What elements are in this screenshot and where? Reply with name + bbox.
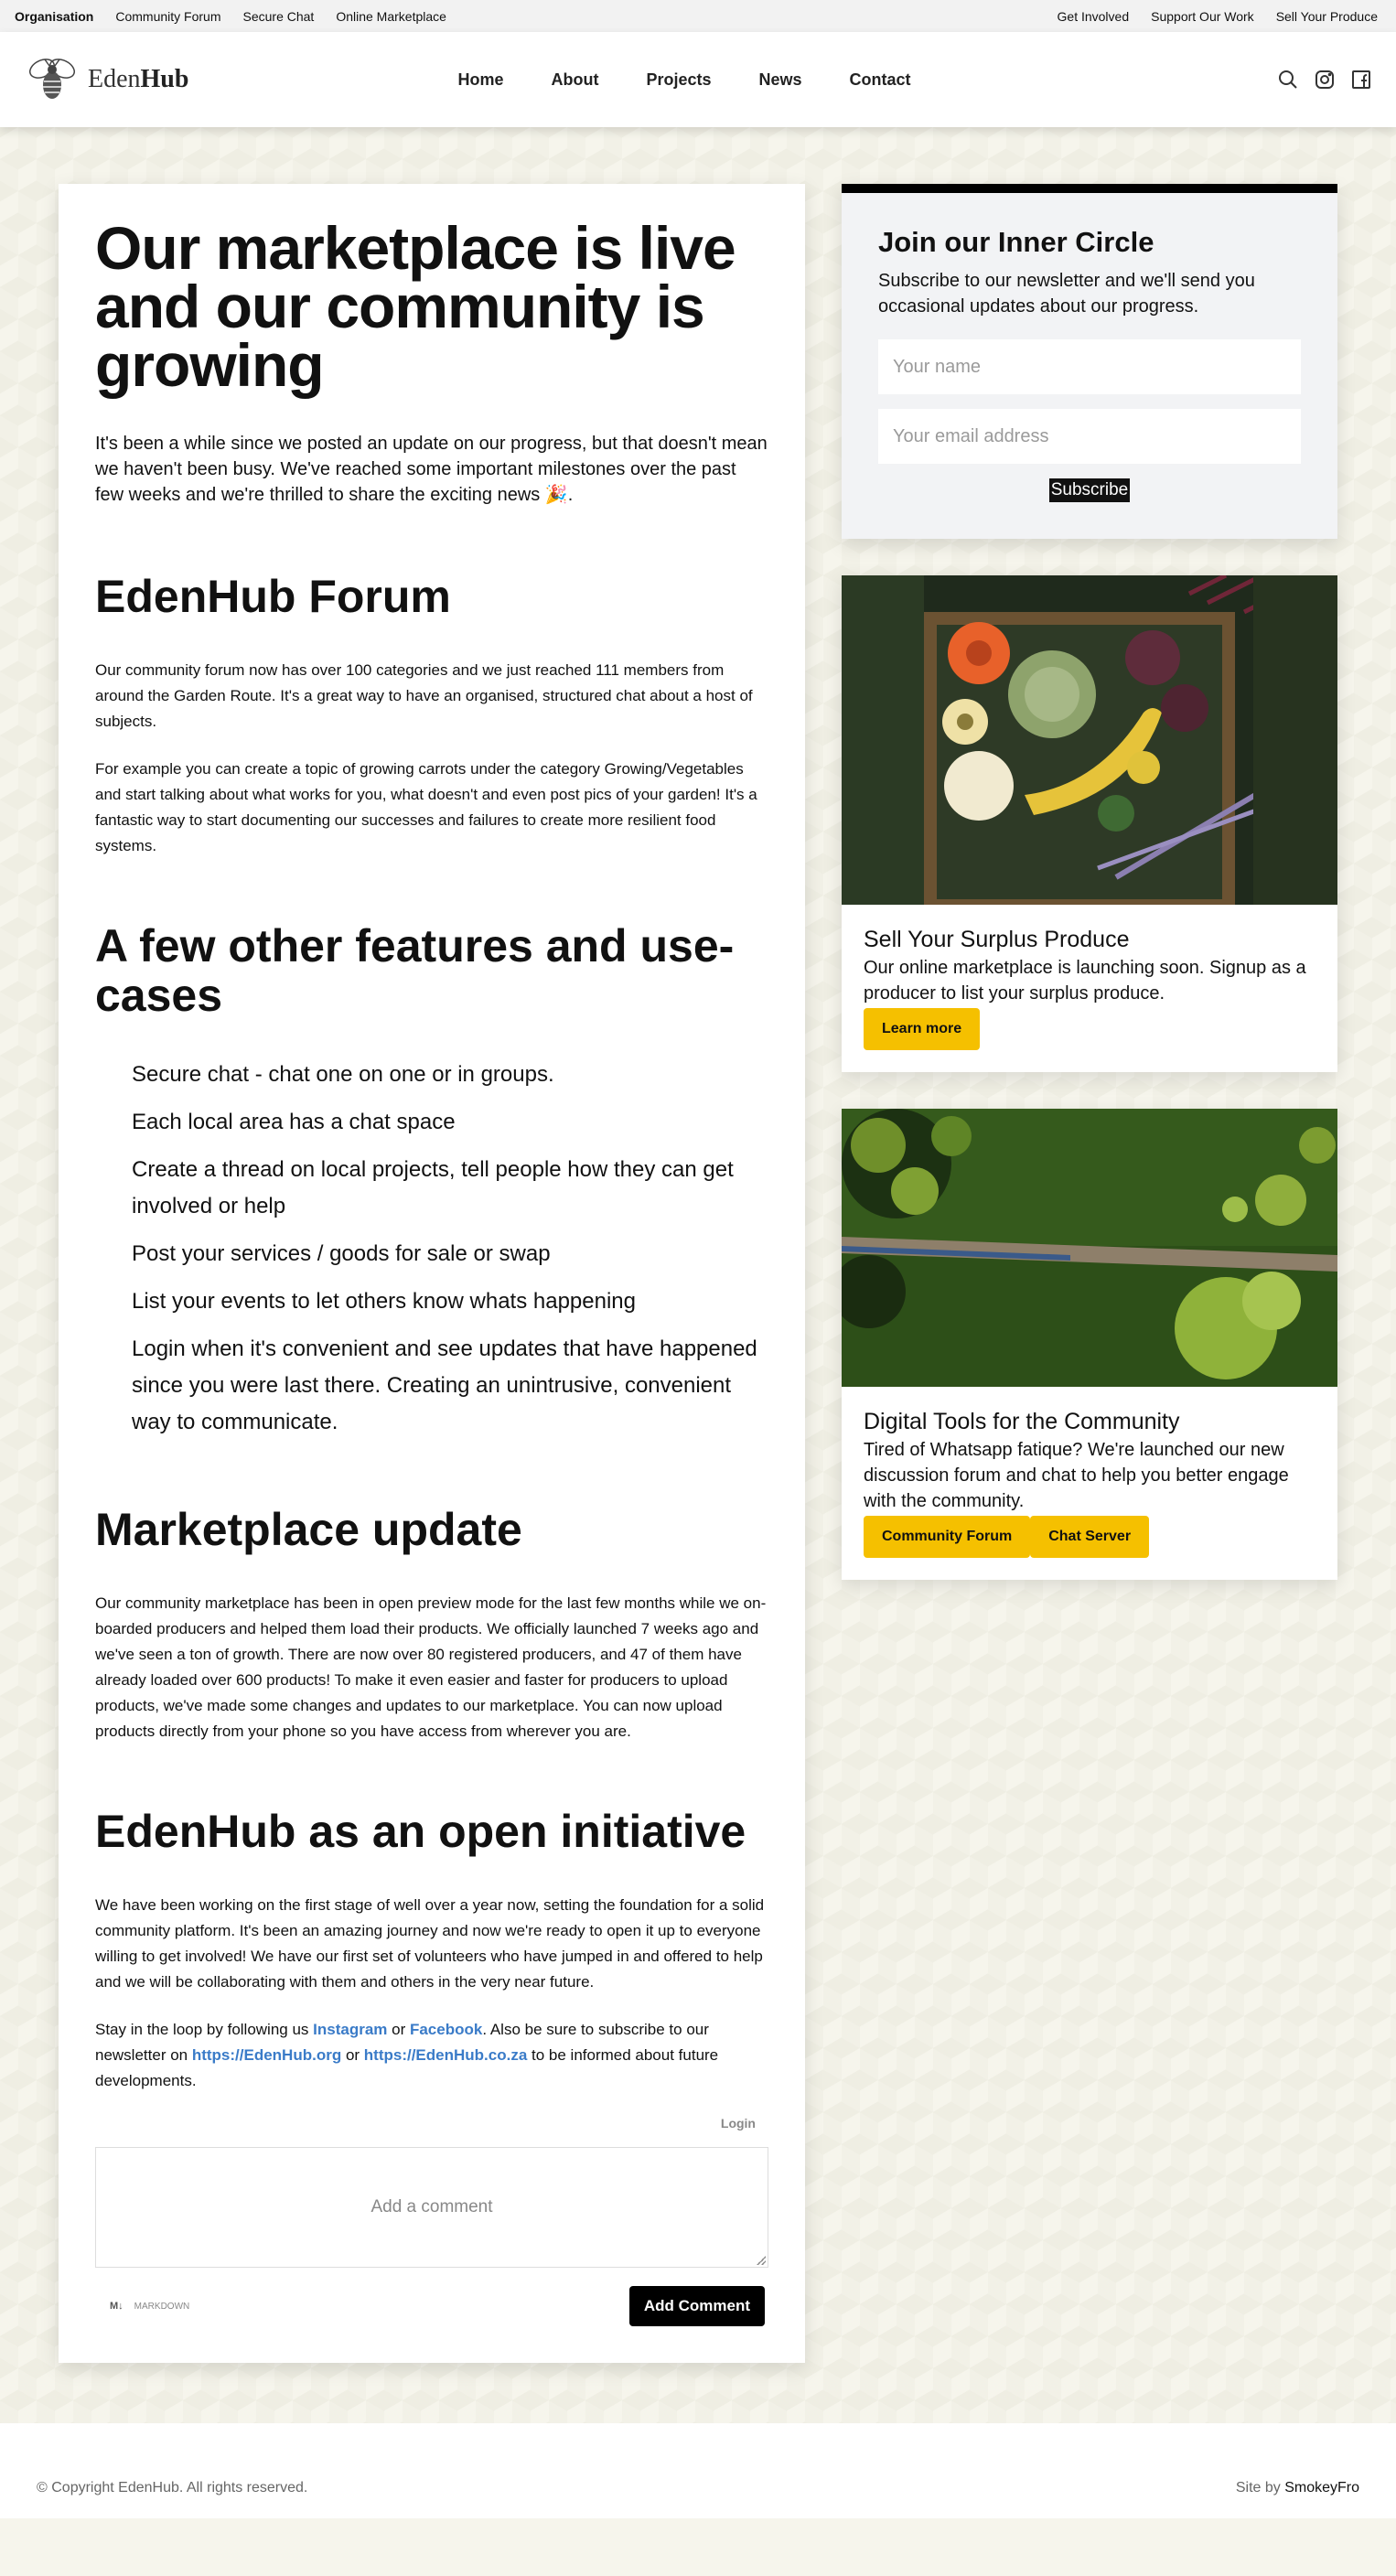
tools-card-buttons: Community Forum Chat Server	[864, 1514, 1315, 1558]
nav-about[interactable]: About	[551, 70, 598, 90]
header-icons	[1098, 69, 1372, 91]
list-item: Post your services / goods for sale or s…	[132, 1241, 551, 1266]
email-field[interactable]	[878, 409, 1301, 464]
chat-server-button[interactable]: Chat Server	[1030, 1516, 1150, 1558]
markdown-icon: M↓	[110, 2301, 123, 2312]
article: Our marketplace is live and our communit…	[59, 184, 805, 2363]
tools-card-text: Tired of Whatsapp fatique? We're launche…	[864, 1440, 1289, 1511]
logo[interactable]: EdenHub	[24, 56, 298, 103]
vegetables-image	[842, 575, 1337, 905]
subscribe-button[interactable]: Subscribe	[1048, 478, 1131, 502]
markdown-indicator: M↓ MARKDOWN	[95, 2301, 189, 2312]
copyright-text: © Copyright EdenHub. All rights reserved…	[37, 2480, 308, 2496]
learn-more-button[interactable]: Learn more	[864, 1008, 981, 1050]
site-credit: Site by SmokeyFro	[1235, 2480, 1359, 2496]
produce-card-title: Sell Your Surplus Produce	[864, 927, 1130, 952]
edenhub-coza-link[interactable]: https://EdenHub.co.za	[364, 2046, 528, 2064]
tools-card: Digital Tools for the Community Tired of…	[842, 1109, 1337, 1580]
nav-home[interactable]: Home	[457, 70, 503, 90]
main-nav: Home About Projects News Contact	[457, 70, 910, 90]
marketplace-paragraph: Our community marketplace has been in op…	[95, 1594, 767, 1740]
section-heading-marketplace: Marketplace update	[95, 1504, 522, 1555]
newsletter-title: Join our Inner Circle	[878, 226, 1154, 258]
nav-contact[interactable]: Contact	[850, 70, 911, 90]
utility-link-organisation[interactable]: Organisation	[15, 9, 104, 24]
utility-link-community-forum[interactable]: Community Forum	[104, 9, 231, 24]
forum-paragraph-2: For example you can create a topic of gr…	[95, 760, 757, 854]
list-item: Each local area has a chat space	[132, 1110, 456, 1134]
open-paragraph-1: We have been working on the first stage …	[95, 1896, 765, 1991]
newsletter-card: Join our Inner Circle Subscribe to our n…	[842, 184, 1337, 539]
utility-bar: Organisation Community Forum Secure Chat…	[0, 0, 1396, 32]
newsletter-text: Subscribe to our newsletter and we'll se…	[878, 271, 1255, 317]
main-content: Our marketplace is live and our communit…	[0, 127, 1396, 2423]
utility-link-get-involved[interactable]: Get Involved	[1047, 9, 1141, 24]
markdown-label: MARKDOWN	[134, 2301, 190, 2312]
utility-links-left: Organisation Community Forum Secure Chat…	[15, 9, 457, 24]
instagram-icon[interactable]	[1314, 69, 1336, 91]
search-icon[interactable]	[1277, 69, 1299, 91]
name-field[interactable]	[878, 339, 1301, 394]
section-heading-features: A few other features and use-cases	[95, 920, 735, 1021]
bee-logo-icon	[29, 59, 75, 99]
section-heading-forum: EdenHub Forum	[95, 571, 451, 622]
article-intro: It's been a while since we posted an upd…	[95, 434, 768, 505]
feature-list: Secure chat - chat one on one or in grou…	[95, 1057, 768, 1441]
edenhub-org-link[interactable]: https://EdenHub.org	[192, 2046, 341, 2064]
nav-projects[interactable]: Projects	[646, 70, 711, 90]
tools-card-title: Digital Tools for the Community	[864, 1409, 1180, 1434]
instagram-link[interactable]: Instagram	[313, 2021, 387, 2038]
list-item: Login when it's convenient and see updat…	[132, 1336, 757, 1434]
comment-login-link[interactable]: Login	[95, 2116, 768, 2131]
list-item: Secure chat - chat one on one or in grou…	[132, 1062, 554, 1087]
article-title: Our marketplace is live and our communit…	[95, 214, 736, 399]
forum-paragraph-1: Our community forum now has over 100 cat…	[95, 661, 753, 730]
facebook-link[interactable]: Facebook	[410, 2021, 482, 2038]
logo-wordmark: EdenHub	[88, 65, 189, 93]
nav-news[interactable]: News	[759, 70, 802, 90]
community-forum-button[interactable]: Community Forum	[864, 1516, 1031, 1558]
list-item: List your events to let others know what…	[132, 1289, 636, 1314]
site-footer: © Copyright EdenHub. All rights reserved…	[0, 2423, 1396, 2518]
produce-card-text: Our online marketplace is launching soon…	[864, 958, 1306, 1004]
open-paragraph-2: Stay in the loop by following us Instagr…	[95, 2021, 719, 2089]
produce-card: Sell Your Surplus Produce Our online mar…	[842, 575, 1337, 1072]
utility-links-right: Get Involved Support Our Work Sell Your …	[1047, 9, 1381, 24]
comment-textarea[interactable]: Add a comment	[95, 2147, 768, 2268]
utility-link-secure-chat[interactable]: Secure Chat	[232, 9, 326, 24]
utility-link-sell-your-produce[interactable]: Sell Your Produce	[1265, 9, 1381, 24]
list-item: Create a thread on local projects, tell …	[132, 1157, 734, 1218]
site-header: EdenHub Home About Projects News Contact	[0, 32, 1396, 127]
comment-footer: M↓ MARKDOWN Add Comment	[95, 2286, 768, 2326]
utility-link-support-our-work[interactable]: Support Our Work	[1140, 9, 1265, 24]
section-heading-open-initiative: EdenHub as an open initiative	[95, 1806, 746, 1857]
facebook-icon[interactable]	[1350, 69, 1372, 91]
comment-placeholder: Add a comment	[370, 2197, 493, 2216]
sidebar: Join our Inner Circle Subscribe to our n…	[842, 184, 1337, 1580]
utility-link-online-marketplace[interactable]: Online Marketplace	[325, 9, 457, 24]
add-comment-button[interactable]: Add Comment	[628, 2286, 765, 2326]
resize-handle-icon[interactable]	[757, 2256, 766, 2265]
site-credit-link[interactable]: SmokeyFro	[1284, 2480, 1359, 2496]
aerial-field-image	[842, 1109, 1337, 1387]
